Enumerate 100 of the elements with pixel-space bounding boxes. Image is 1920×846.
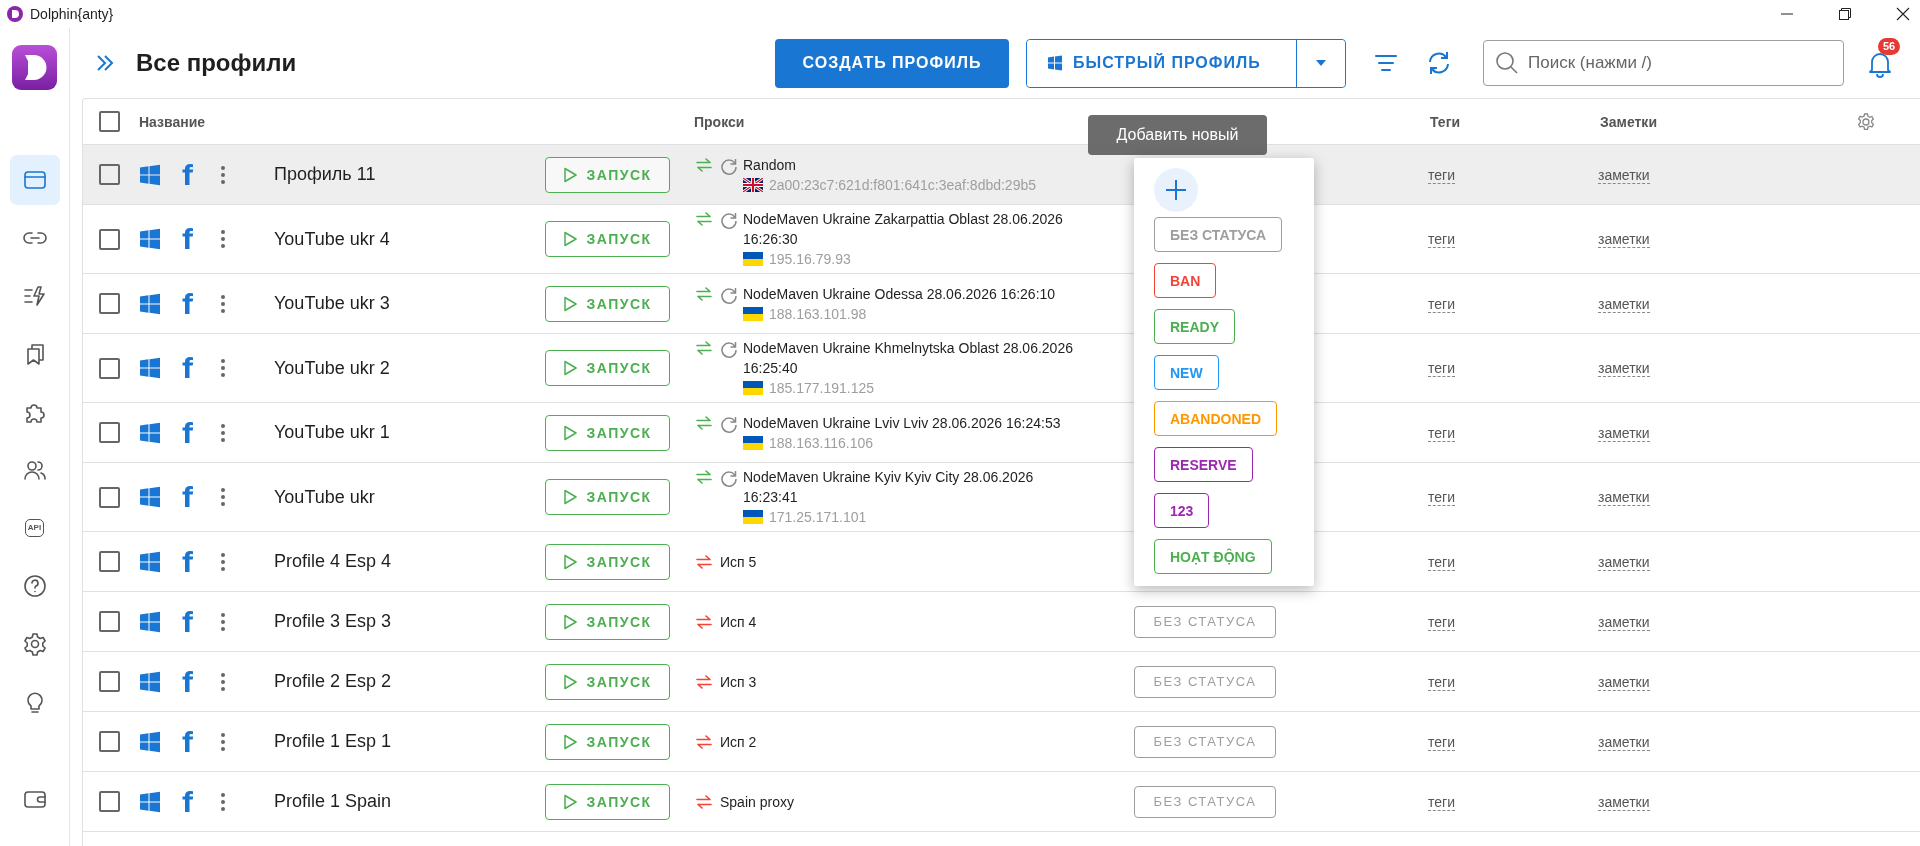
f-logo-icon [181, 550, 195, 573]
windows-icon [139, 730, 161, 753]
tags-link[interactable]: теги [1428, 360, 1455, 377]
sidebar-item[interactable] [9, 155, 60, 205]
close-icon[interactable] [1896, 7, 1910, 21]
more-icon[interactable] [220, 730, 226, 753]
swap-arrows-icon[interactable] [696, 674, 712, 689]
notes-link[interactable]: заметки [1598, 613, 1650, 631]
list-lightning-icon [21, 283, 48, 309]
profile-name[interactable]: Profile 2 Esp 2 [262, 671, 545, 692]
flag-icon [743, 306, 763, 321]
tags-link[interactable]: теги [1428, 793, 1455, 811]
more-icon[interactable] [220, 357, 226, 379]
notes-link[interactable]: заметки [1598, 360, 1650, 377]
swap-arrows-icon[interactable] [696, 614, 712, 629]
swap-arrows-icon[interactable] [696, 341, 712, 355]
swap-arrows-icon[interactable] [696, 734, 712, 749]
more-icon[interactable] [220, 670, 226, 693]
notes-link[interactable]: заметки [1598, 793, 1650, 811]
checkbox[interactable] [99, 422, 120, 443]
checkbox[interactable] [99, 671, 120, 692]
checkbox[interactable] [99, 551, 120, 572]
tags-link[interactable]: теги [1428, 489, 1455, 506]
status-option[interactable]: 123 [1154, 493, 1210, 528]
profile-name[interactable]: Profile 3 Esp 3 [262, 611, 545, 632]
tags-link[interactable]: теги [1428, 424, 1455, 442]
profile-name[interactable]: Profile 4 Esp 4 [262, 551, 545, 572]
more-icon[interactable] [220, 292, 226, 315]
checkbox[interactable] [99, 164, 120, 185]
refresh-icon[interactable] [720, 211, 738, 229]
proxy-name: NodeMaven Ukraine Lviv Lviv 28.06.2026 16:24:53 [743, 413, 1062, 433]
flag-icon [743, 381, 763, 395]
notes-link[interactable]: заметки [1598, 553, 1650, 571]
notes-link[interactable]: заметки [1598, 231, 1650, 248]
search-field[interactable]: Поиск (нажми /) [1483, 40, 1844, 86]
notes-link[interactable]: заметки [1598, 733, 1650, 751]
add-status-button[interactable] [1154, 168, 1198, 212]
more-icon[interactable] [220, 421, 226, 444]
notes-link[interactable]: заметки [1598, 489, 1650, 506]
checkbox[interactable] [99, 486, 120, 508]
swap-arrows-icon[interactable] [696, 794, 712, 809]
status-option[interactable]: RESERVE [1154, 447, 1253, 482]
notes-link[interactable]: заметки [1598, 295, 1650, 313]
notes-link[interactable]: заметки [1598, 673, 1650, 691]
tags-link[interactable]: теги [1428, 166, 1455, 184]
api-item[interactable]: API [9, 503, 60, 553]
more-icon[interactable] [220, 228, 226, 250]
checkbox[interactable] [99, 293, 120, 314]
notes-link[interactable]: заметки [1598, 424, 1650, 442]
profile-name[interactable]: YouTube ukr 2 [262, 357, 545, 379]
profile-name[interactable]: YouTube ukr 4 [262, 228, 545, 250]
checkbox[interactable] [99, 228, 120, 250]
tags-link[interactable]: теги [1428, 553, 1455, 571]
windows-icon [139, 670, 161, 693]
more-icon[interactable] [220, 163, 226, 186]
refresh-icon[interactable] [720, 414, 738, 433]
profile-name[interactable]: Профиль 11 [262, 164, 545, 185]
checkbox[interactable] [99, 611, 120, 632]
settings-icon[interactable] [1856, 111, 1876, 132]
swap-arrows-icon[interactable] [696, 157, 712, 172]
more-icon[interactable] [220, 790, 226, 813]
refresh-icon[interactable] [1426, 50, 1452, 76]
swap-arrows-icon[interactable] [696, 470, 712, 484]
more-icon[interactable] [220, 486, 226, 508]
checkbox[interactable] [99, 791, 120, 812]
restore-icon[interactable] [1838, 7, 1852, 21]
checkbox[interactable] [99, 357, 120, 379]
refresh-icon[interactable] [720, 156, 738, 175]
column-header: Название [139, 113, 207, 130]
selected-row[interactable]: Профиль 11 ЗАПУСК Random 2a00:23c7:621d:f801:641c:3eaf:8dbd:29b5 теги заметки [83, 145, 1920, 205]
more-icon[interactable] [220, 550, 226, 573]
refresh-icon[interactable] [720, 469, 738, 487]
profile-name[interactable]: YouTube ukr 3 [262, 293, 545, 314]
notes-link[interactable]: заметки [1598, 166, 1650, 184]
profile-name[interactable]: YouTube ukr 1 [262, 422, 545, 443]
swap-arrows-icon[interactable] [696, 212, 712, 226]
profile-name[interactable]: Profile 1 Esp 1 [262, 731, 545, 752]
checkbox[interactable] [99, 731, 120, 752]
refresh-icon[interactable] [720, 340, 738, 358]
profile-name[interactable]: YouTube ukr [262, 486, 545, 508]
status-option[interactable]: BAN [1154, 263, 1217, 298]
tags-link[interactable]: теги [1428, 733, 1455, 751]
swap-arrows-icon[interactable] [696, 286, 712, 301]
swap-arrows-icon[interactable] [696, 554, 712, 569]
quick-profile-button[interactable]: БЫСТРЫЙ ПРОФИЛЬ [1027, 39, 1297, 87]
proxy-name: Исп 3 [720, 672, 758, 692]
tags-link[interactable]: теги [1428, 231, 1455, 248]
f-logo-icon [181, 357, 195, 379]
tags-link[interactable]: теги [1428, 613, 1455, 631]
refresh-icon[interactable] [720, 285, 738, 304]
flag-icon [743, 177, 763, 192]
tags-link[interactable]: теги [1428, 673, 1455, 691]
windows-icon [139, 228, 161, 250]
checkbox[interactable] [99, 111, 120, 132]
more-icon[interactable] [220, 610, 226, 633]
tags-link[interactable]: теги [1428, 295, 1455, 313]
swap-arrows-icon[interactable] [696, 415, 712, 430]
profile-name[interactable]: Profile 1 Spain [262, 791, 545, 812]
create-profile-button[interactable]: СОЗДАТЬ ПРОФИЛЬ [775, 38, 1009, 88]
app-logo-icon [12, 45, 57, 90]
